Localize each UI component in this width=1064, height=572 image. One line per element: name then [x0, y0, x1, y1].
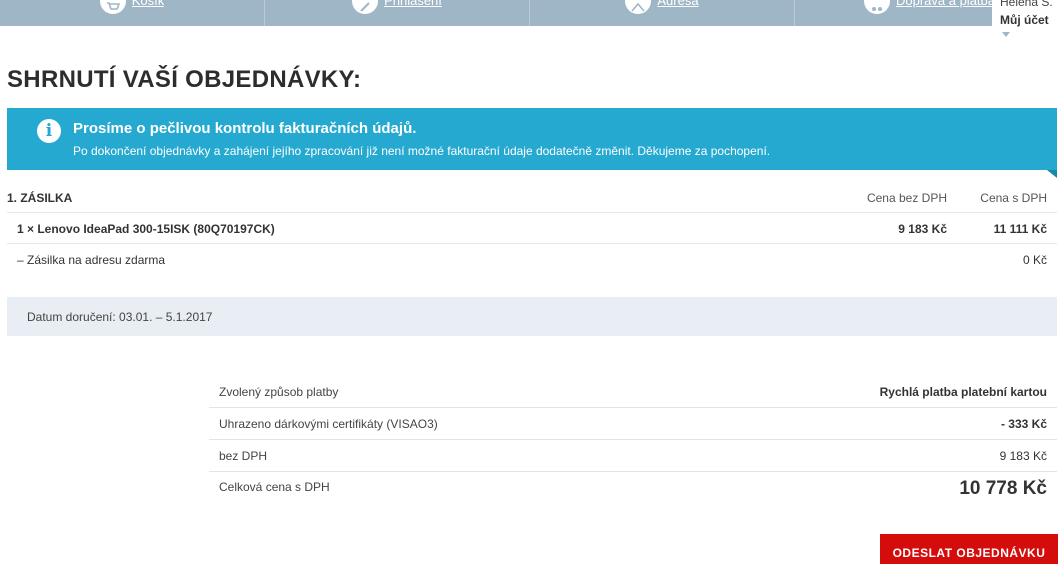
table-row: – Zásilka na adresu zdarma 0 Kč — [7, 244, 1057, 275]
voucher-label: Uhrazeno dárkovými certifikáty (VISAO3) — [219, 417, 438, 431]
chevron-down-icon[interactable] — [1002, 32, 1010, 37]
notice-text: Po dokončení objednávky a zahájení jejíh… — [73, 144, 771, 158]
summary-voucher-row: Uhrazeno dárkovými certifikáty (VISAO3) … — [209, 408, 1057, 440]
voucher-value: - 333 Kč — [1000, 417, 1047, 431]
shipping-name: – Zásilka na adresu zdarma — [17, 253, 166, 267]
billing-notice: i Prosíme o pečlivou kontrolu fakturační… — [7, 108, 1057, 178]
summary-total-row: Celková cena s DPH 10 778 Kč — [209, 472, 1057, 512]
account-menu[interactable]: Helena S. Můj účet — [992, 0, 1064, 42]
shipment-title: 1. ZÁSILKA — [7, 191, 73, 205]
col-price-no-vat: Cena bez DPH — [866, 191, 947, 205]
item-name: 1 × Lenovo IdeaPad 300-15ISK (80Q70197CK… — [17, 222, 275, 236]
page-title: SHRNUTÍ VAŠÍ OBJEDNÁVKY: — [7, 66, 362, 93]
no-vat-value: 9 183 Kč — [999, 449, 1047, 463]
total-value: 10 778 Kč — [959, 478, 1047, 499]
address-icon — [625, 0, 652, 14]
submit-order-button[interactable]: ODESLAT OBJEDNÁVKU — [880, 534, 1058, 564]
step-cart[interactable]: Košík — [0, 0, 265, 26]
step-login[interactable]: Přihlášení — [265, 0, 530, 26]
col-price-vat: Cena s DPH — [980, 191, 1047, 205]
step-address[interactable]: Adresa — [530, 0, 795, 26]
shipment-table: 1. ZÁSILKA Cena bez DPH Cena s DPH 1 × L… — [7, 182, 1057, 275]
login-icon — [352, 0, 379, 14]
table-row: 1 × Lenovo IdeaPad 300-15ISK (80Q70197CK… — [7, 213, 1057, 244]
delivery-date: Datum doručení: 03.01. – 5.1.2017 — [27, 310, 213, 324]
step-delivery-link[interactable]: Doprava a platba — [896, 0, 995, 8]
notice-title: Prosíme o pečlivou kontrolu fakturačních… — [73, 120, 417, 137]
cart-icon — [99, 0, 126, 14]
delivery-date-bar: Datum doručení: 03.01. – 5.1.2017 — [7, 297, 1057, 336]
shipping-price: 0 Kč — [1022, 253, 1047, 267]
shipment-header: 1. ZÁSILKA Cena bez DPH Cena s DPH — [7, 182, 1057, 213]
payment-label: Zvolený způsob platby — [219, 385, 339, 399]
order-summary: Zvolený způsob platby Rychlá platba plat… — [209, 376, 1057, 512]
checkout-steps: Košík Přihlášení Adresa Doprava a platba — [0, 0, 1064, 26]
my-account-link[interactable]: Můj účet — [1000, 13, 1049, 27]
no-vat-label: bez DPH — [219, 449, 268, 463]
summary-payment-row: Zvolený způsob platby Rychlá platba plat… — [209, 376, 1057, 408]
item-price-vat: 11 111 Kč — [993, 222, 1047, 236]
payment-value: Rychlá platba platební kartou — [879, 385, 1047, 399]
summary-no-vat-row: bez DPH 9 183 Kč — [209, 440, 1057, 472]
item-price-no-vat: 9 183 Kč — [898, 222, 947, 236]
step-login-link[interactable]: Přihlášení — [384, 0, 442, 8]
account-user-name: Helena S. — [1000, 0, 1053, 9]
delivery-icon — [863, 0, 890, 14]
step-cart-link[interactable]: Košík — [132, 0, 165, 8]
step-address-link[interactable]: Adresa — [657, 0, 698, 8]
info-icon: i — [37, 119, 61, 143]
notice-fold — [1047, 170, 1057, 178]
total-label: Celková cena s DPH — [219, 480, 330, 494]
